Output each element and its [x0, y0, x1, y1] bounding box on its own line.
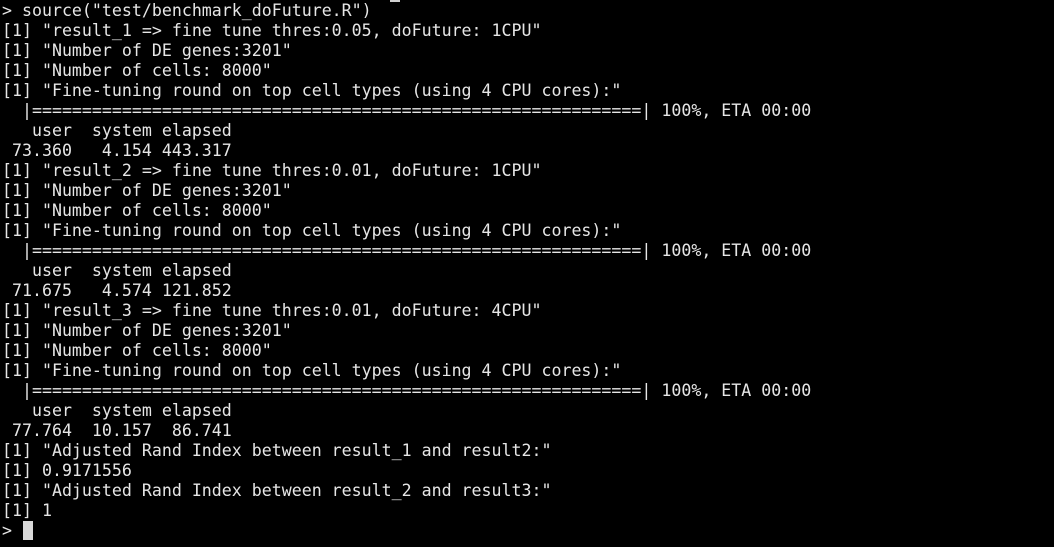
timing-values-line: 77.764 10.157 86.741 [2, 421, 232, 440]
input-prompt-line[interactable]: > [2, 521, 811, 541]
output-line: [1] "Adjusted Rand Index between result_… [2, 441, 552, 460]
progress-bar-line: |=======================================… [2, 241, 812, 260]
timing-header-line: user system elapsed [2, 261, 232, 280]
output-line: [1] "Fine-tuning round on top cell types… [2, 81, 622, 100]
command-line: > source("test/benchmark_doFuture.R") [2, 1, 372, 20]
output-line: [1] "Fine-tuning round on top cell types… [2, 361, 622, 380]
output-line: [1] "Fine-tuning round on top cell types… [2, 221, 622, 240]
output-line: [1] "result_3 => fine tune thres:0.01, d… [2, 301, 542, 320]
progress-bar-line: |=======================================… [2, 101, 812, 120]
timing-header-line: user system elapsed [2, 121, 232, 140]
prompt-symbol: > [2, 521, 22, 540]
output-line: [1] "Number of cells: 8000" [2, 201, 272, 220]
output-line: [1] 0.9171556 [2, 461, 132, 480]
terminal-output: > source("test/benchmark_doFuture.R") [1… [2, 1, 811, 541]
text-cursor [22, 521, 33, 540]
terminal-window[interactable]: > source("test/benchmark_doFuture.R") [1… [0, 0, 1054, 547]
progress-bar-line: |=======================================… [2, 381, 812, 400]
timing-values-line: 71.675 4.574 121.852 [2, 281, 232, 300]
output-line: [1] 1 [2, 501, 52, 520]
output-line: [1] "Number of DE genes:3201" [2, 181, 292, 200]
timing-values-line: 73.360 4.154 443.317 [2, 141, 232, 160]
output-line: [1] "Number of DE genes:3201" [2, 41, 292, 60]
output-line: [1] "result_2 => fine tune thres:0.01, d… [2, 161, 542, 180]
output-line: [1] "Number of cells: 8000" [2, 61, 272, 80]
output-line: [1] "Number of DE genes:3201" [2, 321, 292, 340]
output-line: [1] "Number of cells: 8000" [2, 341, 272, 360]
timing-header-line: user system elapsed [2, 401, 232, 420]
output-line: [1] "Adjusted Rand Index between result_… [2, 481, 552, 500]
output-line: [1] "result_1 => fine tune thres:0.05, d… [2, 21, 542, 40]
